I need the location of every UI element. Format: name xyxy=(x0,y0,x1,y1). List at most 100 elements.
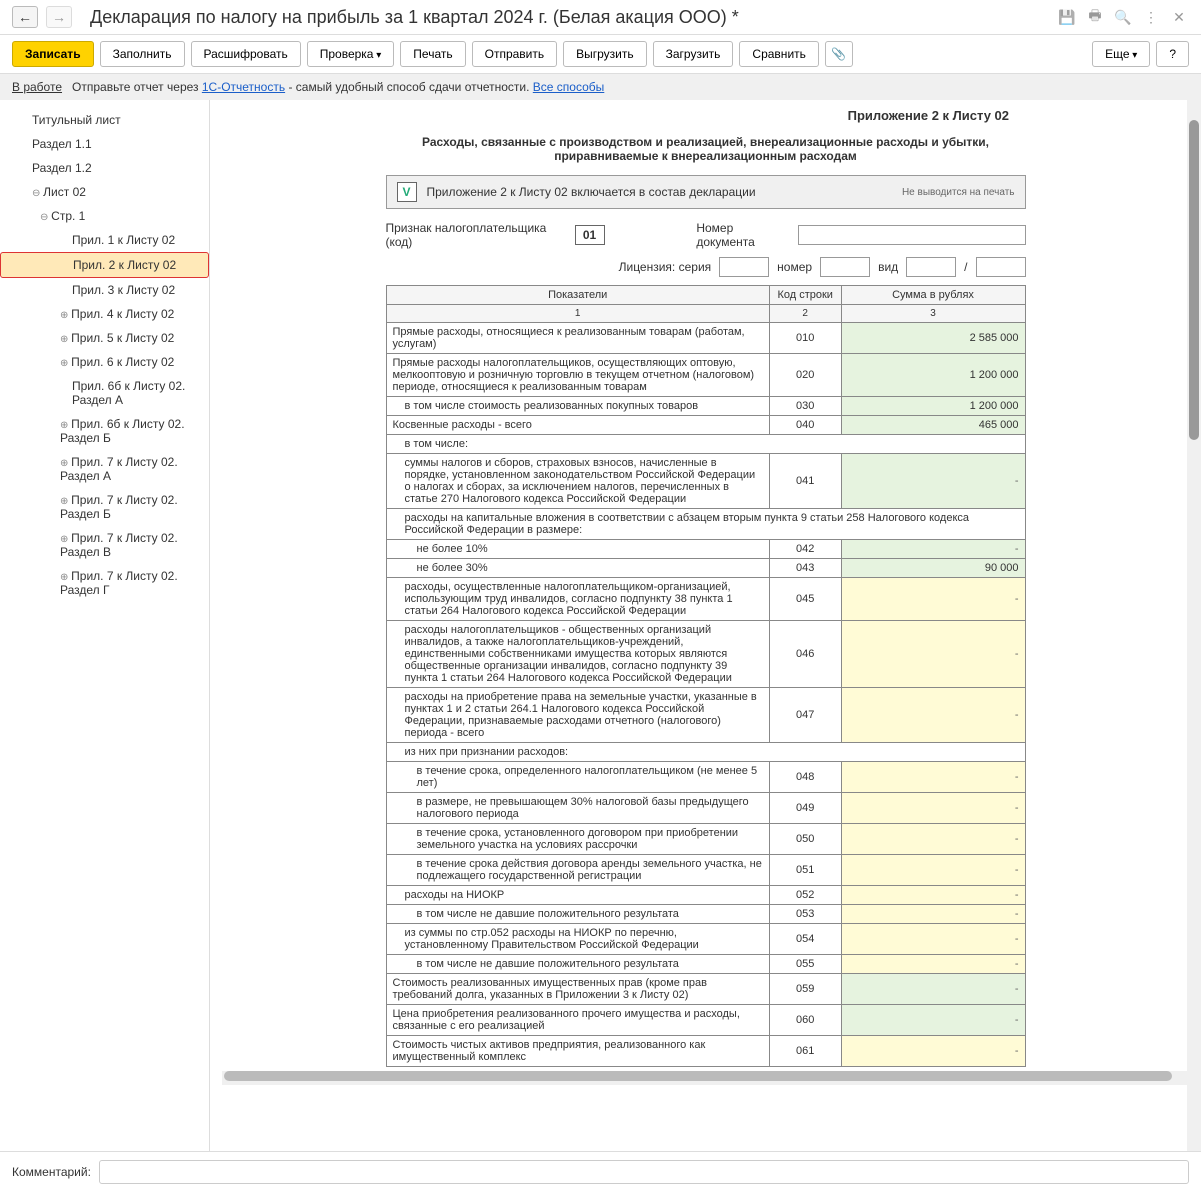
license-type2-input[interactable] xyxy=(976,257,1026,277)
indicator-cell: расходы, осуществленные налогоплательщик… xyxy=(386,578,769,621)
code-cell: 047 xyxy=(769,688,841,743)
tree-section-1-2[interactable]: Раздел 1.2 xyxy=(0,156,209,180)
code-cell: 020 xyxy=(769,354,841,397)
table-row: суммы налогов и сборов, страховых взносо… xyxy=(386,454,1025,509)
tree-app7-a[interactable]: Прил. 7 к Листу 02. Раздел А xyxy=(0,450,209,488)
code-cell: 054 xyxy=(769,924,841,955)
sum-cell[interactable]: - xyxy=(841,905,1025,924)
save-icon[interactable]: 💾 xyxy=(1057,7,1077,27)
upload-button[interactable]: Выгрузить xyxy=(563,41,647,67)
indicator-cell: суммы налогов и сборов, страховых взносо… xyxy=(386,454,769,509)
tree-app7-v[interactable]: Прил. 7 к Листу 02. Раздел В xyxy=(0,526,209,564)
more-button[interactable]: Еще xyxy=(1092,41,1150,67)
download-button[interactable]: Загрузить xyxy=(653,41,734,67)
forward-button[interactable]: → xyxy=(46,6,72,28)
preview-icon[interactable]: 🔍 xyxy=(1113,7,1133,27)
document-content: Приложение 2 к Листу 02 Расходы, связанн… xyxy=(210,100,1201,1151)
link-1c[interactable]: 1С-Отчетность xyxy=(202,80,285,94)
sum-cell[interactable]: - xyxy=(841,578,1025,621)
sum-cell[interactable]: - xyxy=(841,824,1025,855)
tree-title-page[interactable]: Титульный лист xyxy=(0,108,209,132)
tree-app7-b[interactable]: Прил. 7 к Листу 02. Раздел Б xyxy=(0,488,209,526)
code-cell: 010 xyxy=(769,323,841,354)
table-row: из них при признании расходов: xyxy=(386,743,1025,762)
window-title: Декларация по налогу на прибыль за 1 ква… xyxy=(90,7,1049,28)
sum-cell[interactable]: 1 200 000 xyxy=(841,397,1025,416)
table-row: Стоимость реализованных имущественных пр… xyxy=(386,974,1025,1005)
status-link[interactable]: В работе xyxy=(12,80,62,94)
tree-app6b-b[interactable]: Прил. 6б к Листу 02. Раздел Б xyxy=(0,412,209,450)
tree-app4[interactable]: Прил. 4 к Листу 02 xyxy=(0,302,209,326)
sum-cell[interactable]: - xyxy=(841,1036,1025,1067)
table-row: в том числе не давшие положительного рез… xyxy=(386,905,1025,924)
sum-cell[interactable]: - xyxy=(841,1005,1025,1036)
sum-cell[interactable]: 90 000 xyxy=(841,559,1025,578)
sum-cell[interactable]: - xyxy=(841,454,1025,509)
comment-input[interactable] xyxy=(99,1160,1189,1184)
sum-cell[interactable]: - xyxy=(841,621,1025,688)
indicator-cell: расходы на капитальные вложения в соотве… xyxy=(386,509,1025,540)
tree-app5[interactable]: Прил. 5 к Листу 02 xyxy=(0,326,209,350)
sum-cell[interactable]: 1 200 000 xyxy=(841,354,1025,397)
license-type1-input[interactable] xyxy=(906,257,956,277)
code-cell: 030 xyxy=(769,397,841,416)
code-cell: 059 xyxy=(769,974,841,1005)
code-cell: 060 xyxy=(769,1005,841,1036)
table-row: Цена приобретения реализованного прочего… xyxy=(386,1005,1025,1036)
code-cell: 042 xyxy=(769,540,841,559)
close-icon[interactable]: ✕ xyxy=(1169,7,1189,27)
sum-cell[interactable]: - xyxy=(841,793,1025,824)
save-button[interactable]: Записать xyxy=(12,41,94,67)
tree-page-1[interactable]: Стр. 1 xyxy=(0,204,209,228)
tree-list-02[interactable]: Лист 02 xyxy=(0,180,209,204)
tree-app6[interactable]: Прил. 6 к Листу 02 xyxy=(0,350,209,374)
check-button[interactable]: Проверка xyxy=(307,41,395,67)
fill-button[interactable]: Заполнить xyxy=(100,41,185,67)
indicator-cell: расходы на приобретение права на земельн… xyxy=(386,688,769,743)
include-checkbox[interactable]: V xyxy=(397,182,417,202)
indicator-cell: не более 30% xyxy=(386,559,769,578)
table-row: расходы, осуществленные налогоплательщик… xyxy=(386,578,1025,621)
code-cell: 055 xyxy=(769,955,841,974)
vertical-scrollbar[interactable] xyxy=(1187,100,1201,1151)
sum-cell[interactable]: - xyxy=(841,688,1025,743)
tree-section-1-1[interactable]: Раздел 1.1 xyxy=(0,132,209,156)
indicator-cell: в размере, не превышающем 30% налоговой … xyxy=(386,793,769,824)
table-row: Стоимость чистых активов предприятия, ре… xyxy=(386,1036,1025,1067)
attach-button[interactable]: 📎 xyxy=(825,41,853,67)
sum-cell[interactable]: - xyxy=(841,540,1025,559)
menu-icon[interactable]: ⋮ xyxy=(1141,7,1161,27)
sum-cell[interactable]: - xyxy=(841,762,1025,793)
print-icon[interactable]: 🖶 xyxy=(1085,7,1105,27)
horizontal-scrollbar[interactable] xyxy=(222,1071,1189,1085)
compare-button[interactable]: Сравнить xyxy=(739,41,818,67)
back-button[interactable]: ← xyxy=(12,6,38,28)
send-button[interactable]: Отправить xyxy=(472,41,558,67)
code-cell: 048 xyxy=(769,762,841,793)
sum-cell[interactable]: - xyxy=(841,955,1025,974)
tree-app1[interactable]: Прил. 1 к Листу 02 xyxy=(0,228,209,252)
docnum-input[interactable] xyxy=(798,225,1026,245)
help-button[interactable]: ? xyxy=(1156,41,1189,67)
link-allways[interactable]: Все способы xyxy=(533,80,605,94)
sum-cell[interactable]: - xyxy=(841,886,1025,905)
table-row: Прямые расходы, относящиеся к реализован… xyxy=(386,323,1025,354)
sum-cell[interactable]: - xyxy=(841,855,1025,886)
tree-app7-g[interactable]: Прил. 7 к Листу 02. Раздел Г xyxy=(0,564,209,602)
license-label: Лицензия: серия xyxy=(619,260,712,274)
tree-app3[interactable]: Прил. 3 к Листу 02 xyxy=(0,278,209,302)
sum-cell[interactable]: - xyxy=(841,974,1025,1005)
taxpayer-code-label: Признак налогоплательщика (код) xyxy=(386,221,567,249)
indicator-cell: в том числе не давшие положительного рез… xyxy=(386,905,769,924)
taxpayer-code-value[interactable]: 01 xyxy=(575,225,605,245)
sum-cell[interactable]: 465 000 xyxy=(841,416,1025,435)
section-tree: Титульный лист Раздел 1.1 Раздел 1.2 Лис… xyxy=(0,100,210,1151)
license-num-input[interactable] xyxy=(820,257,870,277)
sum-cell[interactable]: 2 585 000 xyxy=(841,323,1025,354)
decode-button[interactable]: Расшифровать xyxy=(191,41,301,67)
tree-app6b-a[interactable]: Прил. 6б к Листу 02. Раздел А xyxy=(0,374,209,412)
print-button[interactable]: Печать xyxy=(400,41,465,67)
sum-cell[interactable]: - xyxy=(841,924,1025,955)
license-series-input[interactable] xyxy=(719,257,769,277)
tree-app2[interactable]: Прил. 2 к Листу 02 xyxy=(0,252,209,278)
